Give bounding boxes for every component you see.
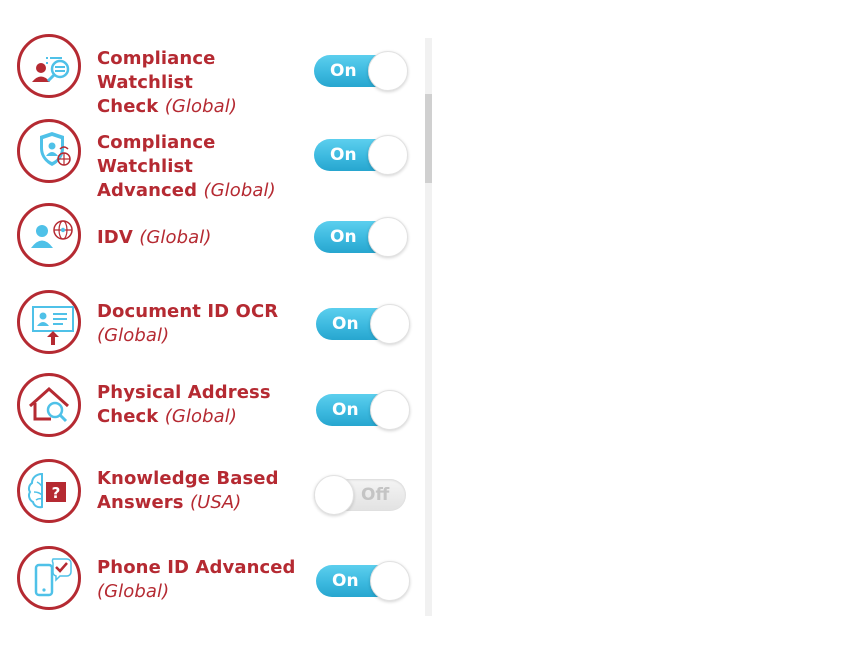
service-scope: (Global): [97, 581, 170, 602]
service-scope: (Global): [164, 96, 238, 117]
toggle-state-label: On: [330, 227, 357, 247]
idv-globe-icon: [17, 203, 81, 267]
service-scope: (Global): [164, 406, 238, 427]
toggle-document-id-ocr[interactable]: On: [316, 304, 412, 344]
toggle-compliance-watchlist-check[interactable]: On: [314, 51, 410, 91]
toggle-idv[interactable]: On: [314, 217, 410, 257]
services-panel: Compliance Watchlist Check (Global) On C…: [0, 0, 432, 650]
document-id-upload-icon: [17, 290, 81, 354]
toggle-state-label: On: [332, 314, 359, 334]
service-scope: (Global): [203, 180, 276, 201]
toggle-knowledge-based-answers[interactable]: Off: [314, 475, 410, 515]
toggle-knob[interactable]: [368, 51, 408, 91]
service-label: Compliance Watchlist Advanced (Global): [97, 132, 276, 201]
brain-question-icon: ?: [17, 459, 81, 523]
service-label: Phone ID Advanced (Global): [97, 557, 296, 602]
watchlist-check-icon: [17, 34, 81, 98]
service-scope: (Global): [97, 325, 170, 346]
service-label: Document ID OCR (Global): [97, 301, 279, 346]
toggle-knob[interactable]: [370, 390, 410, 430]
vertical-scrollbar[interactable]: [425, 38, 432, 616]
toggle-state-label: On: [332, 571, 359, 591]
toggle-state-label: Off: [361, 485, 390, 505]
toggle-knob[interactable]: [314, 475, 354, 515]
house-search-icon: [17, 373, 81, 437]
toggle-knob[interactable]: [368, 135, 408, 175]
service-label: Knowledge Based Answers (USA): [97, 468, 279, 513]
toggle-phone-id-advanced[interactable]: On: [316, 561, 412, 601]
phone-check-icon: [17, 546, 81, 610]
toggle-knob[interactable]: [370, 561, 410, 601]
service-label: Physical Address Check (Global): [97, 382, 271, 427]
scrollbar-thumb[interactable]: [425, 94, 432, 183]
toggle-state-label: On: [330, 61, 357, 81]
toggle-physical-address-check[interactable]: On: [316, 390, 412, 430]
toggle-compliance-watchlist-advanced[interactable]: On: [314, 135, 410, 175]
toggle-knob[interactable]: [370, 304, 410, 344]
svg-text:?: ?: [52, 484, 61, 502]
toggle-state-label: On: [330, 145, 357, 165]
toggle-knob[interactable]: [368, 217, 408, 257]
service-scope: (USA): [189, 492, 242, 513]
watchlist-shield-icon: [17, 119, 81, 183]
service-scope: (Global): [139, 227, 212, 248]
service-label: Compliance Watchlist Check (Global): [97, 48, 238, 117]
toggle-state-label: On: [332, 400, 359, 420]
service-label: IDV (Global): [97, 227, 212, 248]
